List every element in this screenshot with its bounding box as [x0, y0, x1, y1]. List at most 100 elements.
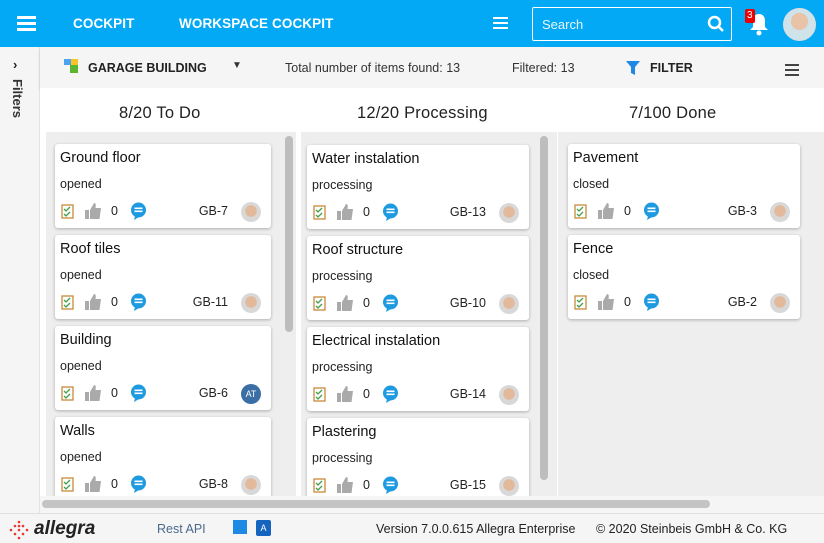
assignee-avatar[interactable]: [499, 203, 519, 223]
item-key[interactable]: GB-7: [199, 204, 228, 218]
item-key[interactable]: GB-11: [193, 295, 228, 309]
item-card[interactable]: Roof tiles opened 0 GB-11: [55, 235, 271, 319]
version-text: Version 7.0.0.615 Allegra Enterprise: [376, 522, 576, 536]
item-key[interactable]: GB-14: [450, 387, 486, 401]
comment-icon[interactable]: [382, 385, 399, 403]
checklist-icon[interactable]: [574, 203, 587, 219]
item-status: processing: [312, 178, 373, 192]
thumbs-up-icon[interactable]: [85, 294, 102, 310]
assignee-avatar[interactable]: [499, 385, 519, 405]
app-icon[interactable]: A: [256, 520, 271, 536]
item-card[interactable]: Water instalation processing 0 GB-13: [307, 145, 529, 229]
item-title[interactable]: Plastering: [312, 424, 376, 440]
thumbs-up-icon[interactable]: [337, 204, 354, 220]
item-card[interactable]: Walls opened 0 GB-8: [55, 417, 271, 496]
item-key[interactable]: GB-3: [728, 204, 757, 218]
item-card[interactable]: Fence closed 0 GB-2: [568, 235, 800, 319]
item-title[interactable]: Fence: [573, 241, 613, 257]
comment-icon[interactable]: [130, 202, 147, 220]
assignee-avatar[interactable]: [499, 294, 519, 314]
filter-button[interactable]: FILTER: [650, 61, 693, 75]
assignee-avatar[interactable]: AT: [241, 384, 261, 404]
comment-icon[interactable]: [130, 475, 147, 493]
thumbs-up-icon[interactable]: [85, 476, 102, 492]
like-count: 0: [363, 387, 370, 401]
item-title[interactable]: Electrical instalation: [312, 333, 440, 349]
search-input[interactable]: Search: [532, 7, 732, 41]
item-key[interactable]: GB-15: [450, 478, 486, 492]
item-title[interactable]: Water instalation: [312, 151, 419, 167]
comment-icon[interactable]: [130, 384, 147, 402]
item-title[interactable]: Roof tiles: [60, 241, 120, 257]
chevron-right-icon[interactable]: ›: [13, 57, 17, 72]
item-card[interactable]: Plastering processing 0 GB-15: [307, 418, 529, 496]
comment-icon[interactable]: [382, 294, 399, 312]
checklist-icon[interactable]: [61, 385, 74, 401]
checklist-icon[interactable]: [313, 204, 326, 220]
checklist-icon[interactable]: [61, 203, 74, 219]
search-placeholder: Search: [542, 17, 584, 32]
thumbs-up-icon[interactable]: [337, 295, 354, 311]
item-card[interactable]: Ground floor opened 0 GB-7: [55, 144, 271, 228]
column-scrollbar[interactable]: [540, 136, 548, 480]
checklist-icon[interactable]: [61, 294, 74, 310]
comment-icon[interactable]: [382, 476, 399, 494]
assignee-avatar[interactable]: [241, 293, 261, 313]
filters-panel-toggle[interactable]: › Filters: [0, 47, 40, 513]
item-card[interactable]: Electrical instalation processing 0 GB-1…: [307, 327, 529, 411]
checklist-icon[interactable]: [313, 386, 326, 402]
comment-icon[interactable]: [643, 202, 660, 220]
comment-icon[interactable]: [643, 293, 660, 311]
rest-api-link[interactable]: Rest API: [157, 522, 206, 536]
footer: allegra Rest API A Version 7.0.0.615 All…: [0, 513, 824, 543]
item-key[interactable]: GB-8: [199, 477, 228, 491]
checklist-icon[interactable]: [313, 295, 326, 311]
item-card[interactable]: Building opened 0 GB-6 AT: [55, 326, 271, 410]
like-count: 0: [624, 204, 631, 218]
more-menu-icon[interactable]: [785, 64, 799, 76]
copyright-text: © 2020 Steinbeis GmbH & Co. KG: [596, 522, 788, 536]
comment-icon[interactable]: [130, 293, 147, 311]
column-todo: Ground floor opened 0 GB-7 Roof tiles op…: [46, 132, 296, 496]
nav-workspace-cockpit[interactable]: WORKSPACE COCKPIT: [179, 16, 333, 31]
thumbs-up-icon[interactable]: [337, 386, 354, 402]
item-status: closed: [573, 177, 610, 191]
project-selector[interactable]: GARAGE BUILDING: [88, 61, 207, 75]
item-key[interactable]: GB-13: [450, 205, 486, 219]
item-title[interactable]: Pavement: [573, 150, 638, 166]
clapperboard-icon[interactable]: [233, 520, 247, 534]
thumbs-up-icon[interactable]: [598, 203, 615, 219]
assignee-avatar[interactable]: [499, 476, 519, 496]
assignee-avatar[interactable]: [770, 202, 790, 222]
horizontal-scrollbar[interactable]: [42, 500, 710, 508]
item-title[interactable]: Building: [60, 332, 112, 348]
comment-icon[interactable]: [382, 203, 399, 221]
item-title[interactable]: Walls: [60, 423, 95, 439]
search-icon[interactable]: [707, 15, 725, 33]
item-card[interactable]: Pavement closed 0 GB-3: [568, 144, 800, 228]
column-scrollbar[interactable]: [285, 136, 293, 332]
project-icon: [64, 59, 78, 73]
item-title[interactable]: Ground floor: [60, 150, 141, 166]
thumbs-up-icon[interactable]: [85, 385, 102, 401]
menu-icon[interactable]: [493, 17, 508, 32]
filter-icon[interactable]: [626, 60, 642, 76]
assignee-avatar[interactable]: [770, 293, 790, 313]
user-avatar[interactable]: [783, 8, 816, 41]
thumbs-up-icon[interactable]: [337, 477, 354, 493]
item-key[interactable]: GB-10: [450, 296, 486, 310]
thumbs-up-icon[interactable]: [598, 294, 615, 310]
checklist-icon[interactable]: [313, 477, 326, 493]
item-title[interactable]: Roof structure: [312, 242, 403, 258]
nav-cockpit[interactable]: COCKPIT: [73, 16, 134, 31]
checklist-icon[interactable]: [61, 476, 74, 492]
assignee-avatar[interactable]: [241, 202, 261, 222]
main-menu-icon[interactable]: [17, 16, 36, 31]
item-card[interactable]: Roof structure processing 0 GB-10: [307, 236, 529, 320]
assignee-avatar[interactable]: [241, 475, 261, 495]
checklist-icon[interactable]: [574, 294, 587, 310]
item-key[interactable]: GB-6: [199, 386, 228, 400]
dropdown-arrow-icon[interactable]: ▼: [232, 60, 242, 71]
item-key[interactable]: GB-2: [728, 295, 757, 309]
thumbs-up-icon[interactable]: [85, 203, 102, 219]
